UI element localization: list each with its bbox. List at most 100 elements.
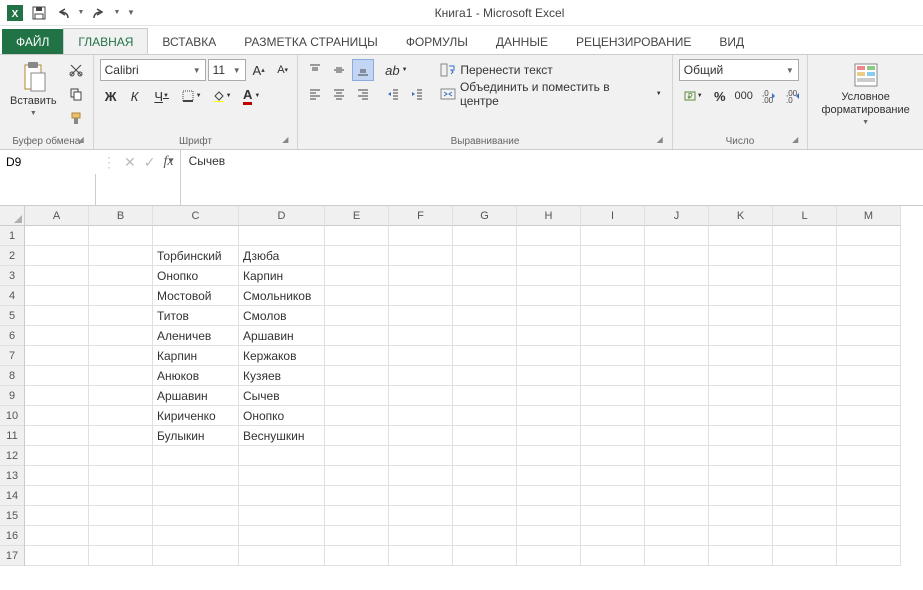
column-header[interactable]: G — [453, 206, 517, 226]
row-header[interactable]: 9 — [0, 386, 24, 406]
cell[interactable] — [517, 446, 581, 466]
cell[interactable] — [325, 406, 389, 426]
cell[interactable] — [153, 446, 239, 466]
cell[interactable] — [581, 386, 645, 406]
cell[interactable] — [645, 326, 709, 346]
cell[interactable] — [239, 526, 325, 546]
cell[interactable] — [239, 486, 325, 506]
column-header[interactable]: D — [239, 206, 325, 226]
cell[interactable]: Торбинский — [153, 246, 239, 266]
accounting-format-button[interactable]: ₽▼ — [679, 85, 707, 107]
cell[interactable] — [581, 226, 645, 246]
cell[interactable] — [773, 486, 837, 506]
cell[interactable] — [25, 466, 89, 486]
cell[interactable] — [517, 226, 581, 246]
cell[interactable] — [773, 526, 837, 546]
cell[interactable] — [837, 426, 901, 446]
align-left-button[interactable] — [304, 83, 326, 105]
cell[interactable] — [645, 386, 709, 406]
cell[interactable] — [453, 406, 517, 426]
cell[interactable] — [25, 286, 89, 306]
column-header[interactable]: F — [389, 206, 453, 226]
row-header[interactable]: 2 — [0, 246, 24, 266]
tab-вид[interactable]: ВИД — [705, 29, 758, 54]
cell[interactable] — [89, 426, 153, 446]
cell[interactable] — [389, 486, 453, 506]
fill-color-button[interactable]: ▼ — [208, 85, 236, 107]
cell[interactable] — [89, 246, 153, 266]
cell[interactable] — [773, 406, 837, 426]
cell[interactable] — [517, 526, 581, 546]
cell[interactable] — [517, 426, 581, 446]
cell[interactable] — [89, 346, 153, 366]
cell[interactable] — [581, 466, 645, 486]
cell[interactable] — [517, 506, 581, 526]
cell[interactable] — [89, 406, 153, 426]
merge-center-button[interactable]: Объединить и поместить в центре▼ — [436, 83, 665, 105]
cell[interactable] — [453, 466, 517, 486]
cell[interactable]: Смольников — [239, 286, 325, 306]
cell[interactable] — [389, 406, 453, 426]
cell[interactable] — [709, 486, 773, 506]
formula-input[interactable]: Сычев — [181, 150, 923, 205]
cell[interactable] — [325, 286, 389, 306]
cell[interactable] — [645, 226, 709, 246]
cell[interactable] — [645, 426, 709, 446]
shrink-font-button[interactable]: A▾ — [272, 59, 294, 81]
cell[interactable] — [581, 326, 645, 346]
cell[interactable] — [581, 506, 645, 526]
align-middle-button[interactable] — [328, 59, 350, 81]
cell[interactable] — [25, 526, 89, 546]
cell[interactable] — [389, 326, 453, 346]
font-name-combo[interactable]: Calibri▼ — [100, 59, 206, 81]
column-header[interactable]: A — [25, 206, 89, 226]
percent-button[interactable]: % — [709, 85, 731, 107]
column-header[interactable]: I — [581, 206, 645, 226]
dialog-launcher-icon[interactable]: ◢ — [789, 135, 801, 147]
cell[interactable] — [25, 426, 89, 446]
cell[interactable]: Булыкин — [153, 426, 239, 446]
cell[interactable]: Анюков — [153, 366, 239, 386]
cell[interactable] — [325, 266, 389, 286]
cell[interactable] — [837, 326, 901, 346]
dialog-launcher-icon[interactable]: ◢ — [75, 135, 87, 147]
cell[interactable] — [773, 266, 837, 286]
tab-разметка страницы[interactable]: РАЗМЕТКА СТРАНИЦЫ — [230, 29, 392, 54]
cell[interactable] — [709, 406, 773, 426]
cell[interactable] — [25, 446, 89, 466]
cell[interactable] — [239, 546, 325, 566]
cell[interactable]: Онопко — [239, 406, 325, 426]
cell[interactable] — [89, 526, 153, 546]
row-header[interactable]: 17 — [0, 546, 24, 566]
cell[interactable] — [773, 426, 837, 446]
cell[interactable]: Смолов — [239, 306, 325, 326]
cell[interactable] — [389, 386, 453, 406]
cell[interactable] — [453, 326, 517, 346]
tab-вставка[interactable]: ВСТАВКА — [148, 29, 230, 54]
cell[interactable] — [239, 466, 325, 486]
cell[interactable] — [239, 226, 325, 246]
tab-file[interactable]: ФАЙЛ — [2, 29, 63, 54]
cell[interactable] — [773, 306, 837, 326]
cell[interactable] — [645, 546, 709, 566]
cell[interactable] — [89, 546, 153, 566]
cell[interactable] — [153, 506, 239, 526]
cell[interactable] — [645, 486, 709, 506]
cell[interactable] — [517, 546, 581, 566]
cell[interactable] — [581, 366, 645, 386]
cell[interactable] — [325, 486, 389, 506]
row-header[interactable]: 3 — [0, 266, 24, 286]
row-header[interactable]: 12 — [0, 446, 24, 466]
cell[interactable] — [153, 526, 239, 546]
font-color-button[interactable]: А▼ — [238, 85, 266, 107]
cell[interactable] — [709, 226, 773, 246]
cell[interactable] — [645, 506, 709, 526]
dialog-launcher-icon[interactable]: ◢ — [654, 135, 666, 147]
wrap-text-button[interactable]: Перенести текст — [436, 59, 665, 81]
align-top-button[interactable] — [304, 59, 326, 81]
cell[interactable] — [837, 386, 901, 406]
row-header[interactable]: 6 — [0, 326, 24, 346]
cell[interactable] — [453, 346, 517, 366]
cell[interactable] — [645, 526, 709, 546]
cell[interactable] — [25, 266, 89, 286]
